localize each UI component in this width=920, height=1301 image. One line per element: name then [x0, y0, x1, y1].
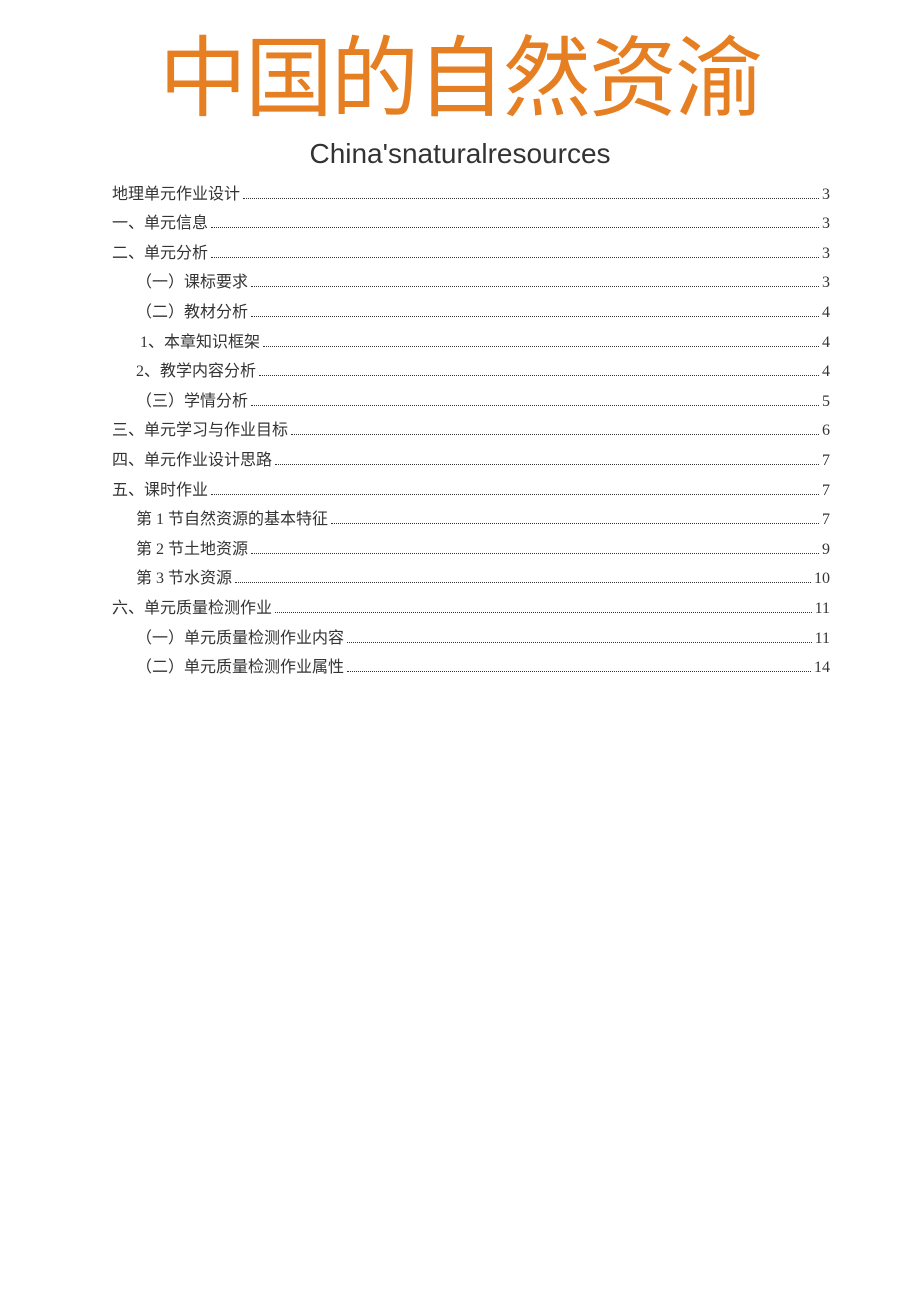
toc-entry-label: 二、单元分析	[112, 239, 208, 269]
toc-entry: 地理单元作业设计 3	[90, 180, 830, 210]
toc-entry: 一、单元信息 3	[90, 209, 830, 239]
toc-leader-dots	[211, 494, 819, 495]
toc-entry: 六、单元质量检测作业 11	[90, 594, 830, 624]
toc-leader-dots	[243, 198, 819, 199]
toc-entry: 三、单元学习与作业目标 6	[90, 416, 830, 446]
toc-entry: 2、教学内容分析 4	[90, 357, 830, 387]
toc-entry-label: 第 1 节自然资源的基本特征	[136, 505, 328, 535]
toc-entry: 四、单元作业设计思路 7	[90, 446, 830, 476]
document-title: 中国的自然资渝	[90, 28, 830, 134]
toc-entry-page: 11	[815, 594, 830, 624]
toc-leader-dots	[251, 405, 819, 406]
toc-entry-page: 7	[822, 446, 830, 476]
toc-leader-dots	[291, 434, 819, 435]
toc-entry-label: 2、教学内容分析	[136, 357, 256, 387]
toc-entry-page: 3	[822, 268, 830, 298]
toc-entry-page: 3	[822, 209, 830, 239]
toc-entry: 第 1 节自然资源的基本特征 7	[90, 505, 830, 535]
toc-entry-page: 11	[815, 624, 830, 654]
toc-entry-page: 4	[822, 357, 830, 387]
toc-entry-page: 14	[814, 653, 830, 683]
toc-entry-label: （二）教材分析	[136, 298, 248, 328]
toc-leader-dots	[347, 671, 811, 672]
toc-entry-label: 六、单元质量检测作业	[112, 594, 272, 624]
toc-entry: （一）课标要求 3	[90, 268, 830, 298]
toc-entry-label: 四、单元作业设计思路	[112, 446, 272, 476]
document-subtitle: China'snaturalresources	[90, 138, 830, 170]
toc-entry-page: 4	[822, 328, 830, 358]
toc-entry-page: 5	[822, 387, 830, 417]
toc-entry-label: （二）单元质量检测作业属性	[136, 653, 344, 683]
toc-entry: 第 2 节土地资源 9	[90, 535, 830, 565]
toc-entry-label: 五、课时作业	[112, 476, 208, 506]
toc-leader-dots	[251, 316, 819, 317]
toc-entry: （二）单元质量检测作业属性 14	[90, 653, 830, 683]
toc-leader-dots	[211, 227, 819, 228]
toc-entry-label: 1、本章知识框架	[140, 328, 260, 358]
toc-leader-dots	[251, 286, 819, 287]
toc-entry: 1、本章知识框架 4	[90, 328, 830, 358]
toc-entry-page: 3	[822, 180, 830, 210]
toc-entry: （一）单元质量检测作业内容 11	[90, 624, 830, 654]
toc-entry-label: （三）学情分析	[136, 387, 248, 417]
toc-entry-page: 10	[814, 564, 830, 594]
toc-entry: 五、课时作业 7	[90, 476, 830, 506]
toc-entry-page: 9	[822, 535, 830, 565]
toc-entry-label: （一）课标要求	[136, 268, 248, 298]
toc-leader-dots	[235, 582, 811, 583]
toc-leader-dots	[211, 257, 819, 258]
toc-entry-label: 一、单元信息	[112, 209, 208, 239]
toc-entry: （二）教材分析 4	[90, 298, 830, 328]
toc-entry: 二、单元分析 3	[90, 239, 830, 269]
toc-leader-dots	[275, 612, 812, 613]
toc-entry-page: 7	[822, 476, 830, 506]
toc-leader-dots	[263, 346, 819, 347]
toc-entry: 第 3 节水资源 10	[90, 564, 830, 594]
toc-entry-label: 地理单元作业设计	[112, 180, 240, 210]
toc-entry-label: 第 3 节水资源	[136, 564, 232, 594]
toc-entry-label: 三、单元学习与作业目标	[112, 416, 288, 446]
toc-leader-dots	[275, 464, 819, 465]
toc-entry-label: （一）单元质量检测作业内容	[136, 624, 344, 654]
toc-entry-label: 第 2 节土地资源	[136, 535, 248, 565]
toc-entry: （三）学情分析 5	[90, 387, 830, 417]
toc-leader-dots	[347, 642, 812, 643]
toc-entry-page: 3	[822, 239, 830, 269]
toc-entry-page: 7	[822, 505, 830, 535]
toc-leader-dots	[331, 523, 819, 524]
toc-entry-page: 6	[822, 416, 830, 446]
toc-entry-page: 4	[822, 298, 830, 328]
toc-leader-dots	[259, 375, 819, 376]
toc-leader-dots	[251, 553, 819, 554]
table-of-contents: 地理单元作业设计3一、单元信息3二、单元分析3（一）课标要求3（二）教材分析41…	[90, 180, 830, 683]
